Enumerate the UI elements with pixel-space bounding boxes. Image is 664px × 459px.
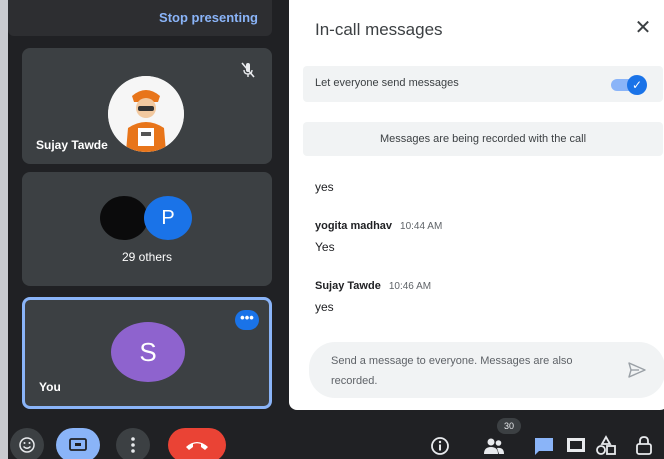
allow-messages-toggle[interactable]: ✓ — [611, 75, 647, 95]
close-icon[interactable]: ✕ — [632, 17, 654, 39]
message-time: 10:46 AM — [388, 281, 432, 292]
message-input[interactable]: Send a message to everyone. Messages are… — [309, 342, 664, 398]
avatar — [108, 76, 184, 152]
allow-messages-row: Let everyone send messages ✓ — [303, 66, 663, 102]
emoji-icon — [19, 437, 35, 453]
avatar — [100, 196, 148, 240]
presenting-bar: Stop presenting — [8, 0, 272, 36]
participant-name: You — [39, 380, 61, 394]
avatar: P — [144, 196, 192, 240]
message-text: yes — [315, 180, 334, 194]
check-icon: ✓ — [627, 75, 647, 95]
chat-icon[interactable] — [532, 434, 556, 458]
more-options-button[interactable] — [116, 428, 150, 459]
recording-notice: Messages are being recorded with the cal… — [303, 122, 663, 156]
allow-messages-label: Let everyone send messages — [315, 77, 459, 89]
in-call-messages-panel: In-call messages ✕ Let everyone send mes… — [289, 0, 664, 410]
message-sender: Sujay Tawde — [315, 280, 381, 292]
meeting-stage: Stop presenting Sujay Tawde P 29 others … — [8, 0, 664, 459]
mic-off-icon — [241, 62, 255, 78]
host-controls-lock-icon[interactable] — [632, 434, 656, 458]
person-illustration-icon — [108, 76, 184, 152]
info-icon[interactable] — [428, 434, 452, 458]
participant-count-badge: 30 — [497, 418, 521, 434]
stop-presenting-button[interactable]: Stop presenting — [159, 10, 258, 25]
send-icon[interactable] — [627, 360, 647, 380]
message-sender: yogita madhav — [315, 220, 393, 232]
reactions-button[interactable] — [10, 428, 44, 459]
participant-tile-you[interactable]: ••• S You — [22, 297, 272, 409]
participant-tile-others[interactable]: P 29 others — [22, 172, 272, 286]
activities-icon[interactable] — [564, 434, 588, 458]
panel-title: In-call messages — [315, 20, 443, 39]
participant-tile-sujay[interactable]: Sujay Tawde — [22, 48, 272, 164]
shapes-icon[interactable] — [594, 434, 618, 458]
call-controls-bar: 30 — [8, 414, 664, 459]
others-count-label: 29 others — [121, 250, 173, 264]
message-input-placeholder: Send a message to everyone. Messages are… — [331, 355, 573, 387]
message-text: Yes — [315, 240, 335, 254]
hang-up-icon — [186, 442, 208, 450]
people-icon[interactable] — [482, 434, 506, 458]
more-vert-icon — [131, 437, 135, 453]
message-text: yes — [315, 300, 334, 314]
participant-name: Sujay Tawde — [36, 138, 108, 152]
message-time: 10:44 AM — [400, 221, 443, 232]
leave-call-button[interactable] — [168, 428, 226, 459]
more-options-button[interactable]: ••• — [235, 310, 259, 330]
message-item: Sujay Tawde 10:46 AM yes — [315, 276, 431, 314]
message-item: yogita madhav 10:44 AM Yes — [315, 216, 442, 254]
message-item: yes — [315, 160, 334, 194]
present-screen-icon — [69, 438, 87, 451]
message-list[interactable]: yes yogita madhav 10:44 AM Yes Sujay Tawd… — [315, 160, 655, 336]
avatar: S — [111, 322, 185, 382]
present-screen-button[interactable] — [56, 428, 100, 459]
